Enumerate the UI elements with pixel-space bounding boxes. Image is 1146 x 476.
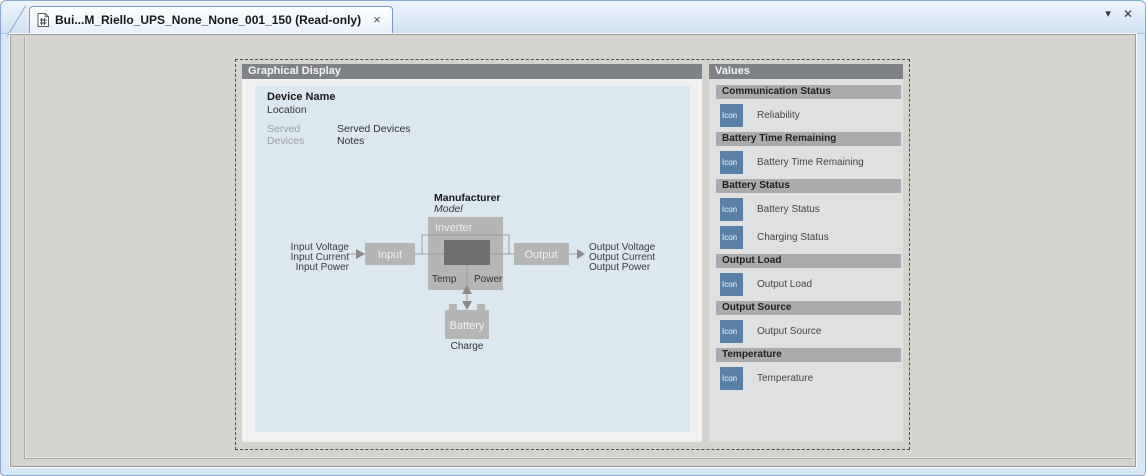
tab-ups-template[interactable]: Bui...M_Riello_UPS_None_None_001_150 (Re…: [29, 6, 393, 34]
input-arrow-icon: [356, 249, 365, 259]
value-label: Battery Time Remaining: [757, 157, 864, 168]
charge-label: Charge: [451, 341, 484, 352]
values-section-header: Output Source: [716, 301, 901, 315]
value-label: Battery Status: [757, 204, 820, 215]
value-icon-placeholder: Icon: [720, 226, 743, 249]
values-body: Communication Status Icon Reliability Ba…: [709, 79, 903, 442]
values-panel: Values Communication Status Icon Reliabi…: [709, 64, 903, 442]
value-label: Temperature: [757, 373, 813, 384]
input-power-label: Input Power: [296, 262, 350, 273]
values-section-header: Battery Time Remaining: [716, 132, 901, 146]
values-section-header: Battery Status: [716, 179, 901, 193]
tabbar-controls: ▾ ✕: [1105, 8, 1133, 20]
tab-title: Bui...M_Riello_UPS_None_None_001_150 (Re…: [55, 13, 361, 27]
value-icon-placeholder: Icon: [720, 198, 743, 221]
value-icon-placeholder: Icon: [720, 151, 743, 174]
values-section: Temperature Icon Temperature: [709, 348, 903, 390]
values-panel-header: Values: [709, 64, 903, 79]
value-row[interactable]: Icon Temperature: [720, 367, 903, 390]
device-location-label: Location: [267, 104, 411, 116]
battery-terminal-left: [449, 304, 457, 310]
value-icon-placeholder: Icon: [720, 320, 743, 343]
value-row[interactable]: Icon Battery Time Remaining: [720, 151, 903, 174]
tab-list-dropdown-icon[interactable]: ▾: [1105, 9, 1111, 20]
design-canvas: Graphical Display Manufacturer Model Inp…: [10, 34, 1136, 467]
device-info-block: Device Name Location Served Devices Serv…: [267, 91, 411, 147]
output-power-label: Output Power: [589, 262, 651, 273]
values-section: Output Source Icon Output Source: [709, 301, 903, 343]
tab-strip-edge: [7, 5, 26, 36]
values-section-header: Temperature: [716, 348, 901, 362]
value-icon-placeholder: Icon: [720, 273, 743, 296]
inverter-label: Inverter: [435, 222, 473, 234]
value-icon-placeholder: Icon: [720, 104, 743, 127]
inverter-core: [444, 240, 490, 265]
battery-arrow-down-icon: [462, 301, 472, 310]
value-row[interactable]: Icon Battery Status: [720, 198, 903, 221]
graphical-display-header: Graphical Display: [242, 64, 702, 79]
battery-label: Battery: [450, 320, 485, 332]
temp-label: Temp: [432, 274, 457, 285]
window-close-icon[interactable]: ✕: [1123, 8, 1133, 20]
tab-bar: Bui...M_Riello_UPS_None_None_001_150 (Re…: [1, 1, 1145, 34]
editor-window: Bui...M_Riello_UPS_None_None_001_150 (Re…: [0, 0, 1146, 476]
device-name-label: Device Name: [267, 91, 411, 103]
values-section: Output Load Icon Output Load: [709, 254, 903, 296]
output-box-label: Output: [524, 249, 557, 261]
values-section: Battery Time Remaining Icon Battery Time…: [709, 132, 903, 174]
tab-close-icon[interactable]: ×: [371, 13, 383, 26]
values-section-header: Communication Status: [716, 85, 901, 99]
device-graphic-area: Manufacturer Model Input Voltage Input C…: [255, 86, 690, 432]
value-row[interactable]: Icon Reliability: [720, 104, 903, 127]
input-box-label: Input: [378, 249, 402, 261]
value-row[interactable]: Icon Output Source: [720, 320, 903, 343]
model-label: Model: [434, 203, 463, 215]
value-label: Output Source: [757, 326, 821, 337]
value-icon-placeholder: Icon: [720, 367, 743, 390]
battery-terminal-right: [477, 304, 485, 310]
value-label: Output Load: [757, 279, 812, 290]
served-devices-value: Served Devices: [337, 123, 411, 135]
values-section: Communication Status Icon Reliability: [709, 85, 903, 127]
served-devices-caption: Served Devices: [267, 123, 337, 147]
value-label: Reliability: [757, 110, 800, 121]
values-section: Battery Status Icon Battery Status Icon …: [709, 179, 903, 249]
graphical-display-body: Manufacturer Model Input Voltage Input C…: [242, 79, 702, 442]
notes-label: Notes: [337, 135, 411, 147]
value-row[interactable]: Icon Charging Status: [720, 226, 903, 249]
value-row[interactable]: Icon Output Load: [720, 273, 903, 296]
output-arrow-icon: [577, 249, 585, 259]
graphical-display-panel: Graphical Display Manufacturer Model Inp…: [242, 64, 702, 442]
power-label: Power: [474, 274, 503, 285]
values-section-header: Output Load: [716, 254, 901, 268]
document-grid-icon: [37, 13, 49, 27]
value-label: Charging Status: [757, 232, 829, 243]
